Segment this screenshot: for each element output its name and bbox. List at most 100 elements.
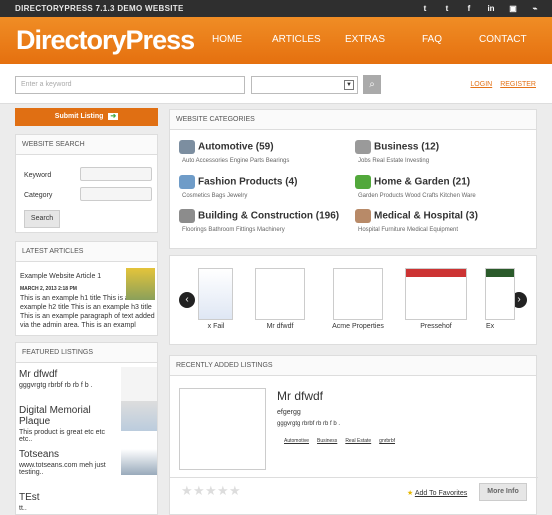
auth-links: LOGIN REGISTER [470,81,536,88]
listing-image[interactable] [179,388,266,470]
tools-icon [179,209,195,223]
categories-panel: WEBSITE CATEGORIES Automotive (59) Auto … [169,109,537,249]
window-icon[interactable]: ▣ [506,2,520,15]
featured-desc: www.totseans.com meh just testing.. [19,462,106,476]
featured-name: Digital Memorial Plaque [19,405,91,427]
facebook-icon[interactable]: f [462,2,476,15]
submit-listing-button[interactable]: Submit Listing ➜ [15,108,158,126]
article-thumbnail[interactable] [126,268,155,300]
panel-title: WEBSITE CATEGORIES [170,110,536,130]
featured-desc: This product is great etc etc etc.. [19,429,105,443]
carousel-caption[interactable]: Ex [486,323,516,330]
carousel-prev-button[interactable]: ‹ [179,292,195,308]
nav-extras[interactable]: EXTRAS [345,34,385,45]
login-link[interactable]: LOGIN [470,81,492,88]
search-button[interactable]: ⌕ [363,75,381,94]
carousel-thumbnail[interactable] [333,268,383,320]
category-automotive[interactable]: Automotive (59) [179,140,274,154]
nav-home[interactable]: HOME [212,34,242,45]
category-subs: Hospital Furniture Medical Equipment [358,227,459,233]
rating-star-icon[interactable]: ★ [217,483,229,499]
listing-desc: efgergg [277,409,301,416]
featured-item[interactable]: Mr dfwdf gggvrgtg rbrbf rb rb f b . [19,369,119,389]
carousel-caption[interactable]: Acme Properties [323,323,393,330]
divider [170,477,538,478]
add-favorites-link[interactable]: ★ Add To Favorites [407,489,467,497]
category-field[interactable] [80,187,152,201]
keyword-input[interactable]: Enter a keyword [15,76,245,94]
tag-link[interactable]: Automotive [284,438,309,444]
category-building[interactable]: Building & Construction (196) [179,209,339,223]
category-name: Automotive (59) [198,141,274,153]
featured-thumbnail[interactable] [121,401,157,431]
listing-line: gggvrgtg rbrbf rb rb f b . [277,421,341,427]
category-subs: Floorings Bathroom Fittings Machinery [182,227,285,233]
more-info-button[interactable]: More Info [479,483,527,501]
category-home-garden[interactable]: Home & Garden (21) [355,175,470,189]
featured-thumbnail[interactable] [121,449,157,475]
recent-listings-panel: RECENTLY ADDED LISTINGS Mr dfwdf efgergg… [169,355,538,515]
carousel-thumbnail[interactable] [255,268,305,320]
listing-title[interactable]: Mr dfwdf [277,389,323,403]
panel-title: FEATURED LISTINGS [16,343,157,363]
carousel-caption[interactable]: Pressehof [401,323,471,330]
nav-articles[interactable]: ARTICLES [272,34,321,45]
panel-title: RECENTLY ADDED LISTINGS [170,356,536,376]
category-fashion[interactable]: Fashion Products (4) [179,175,297,189]
featured-name: Totseans [19,449,60,460]
category-subs: Jobs Real Estate Investing [358,158,430,164]
nav-contact[interactable]: CONTACT [479,34,527,45]
rating-star-icon[interactable]: ★ [205,483,217,499]
category-subs: Auto Accessories Engine Parts Bearings [182,158,290,164]
carousel-thumbnail[interactable] [485,268,515,320]
category-business[interactable]: Business (12) [355,140,439,154]
featured-item[interactable]: TEst tt.. [19,492,119,512]
logo[interactable]: DirectoryPress [16,25,195,56]
category-subs: Cosmetics Bags Jewelry [182,193,248,199]
category-medical[interactable]: Medical & Hospital (3) [355,209,478,223]
article-title[interactable]: Example Website Article 1 [20,273,124,280]
rating-star-icon[interactable]: ★ [229,483,241,499]
linkedin-icon[interactable]: in [484,2,498,15]
featured-name: TEst [19,492,40,503]
twitter-icon[interactable]: t [418,2,432,15]
site-header: DirectoryPress HOME ARTICLES EXTRAS FAQ … [0,17,552,64]
website-search-panel: WEBSITE SEARCH Keyword Category Search [15,134,158,233]
category-select[interactable]: ▼ [251,76,358,94]
rss-icon[interactable]: ⌁ [528,2,542,15]
carousel-caption[interactable]: Mr dfwdf [245,323,315,330]
featured-item[interactable]: Digital Memorial Plaque This product is g… [19,405,119,443]
carousel-thumbnail[interactable] [405,268,467,320]
listing-carousel: ‹ › x Fail Mr dfwdf Acme Properties Pres… [169,255,537,345]
site-title: DIRECTORYPRESS 7.1.3 DEMO WEBSITE [15,4,184,13]
keyword-field[interactable] [80,167,152,181]
hat-icon [179,175,195,189]
carousel-thumbnail[interactable] [198,268,233,320]
panel-title: WEBSITE SEARCH [16,135,157,155]
category-name: Fashion Products (4) [198,176,298,188]
rating-star-icon[interactable]: ★ [181,483,193,499]
carousel-caption[interactable]: x Fail [181,323,251,330]
category-name: Medical & Hospital (3) [374,210,478,222]
featured-item[interactable]: Totseans www.totseans.com meh just testin… [19,449,119,476]
tag-link[interactable]: Business [317,438,337,444]
featured-thumbnail[interactable] [121,367,157,401]
star-icon: ★ [407,490,414,497]
featured-listings-panel: FEATURED LISTINGS Mr dfwdf gggvrgtg rbrbf… [15,342,158,515]
nav-faq[interactable]: FAQ [422,34,442,45]
search-icon: ⌕ [369,79,375,90]
category-name: Building & Construction (196) [198,210,340,222]
rating-star-icon[interactable]: ★ [193,483,205,499]
brain-icon [355,209,371,223]
twitter-icon[interactable]: t [440,2,454,15]
panel-title: LATEST ARTICLES [16,242,157,262]
social-links: t t f in ▣ ⌁ [418,2,542,15]
leaf-icon [355,175,371,189]
tag-link[interactable]: Real Estate [345,438,371,444]
car-icon [179,140,195,154]
register-link[interactable]: REGISTER [500,81,536,88]
category-subs: Garden Products Wood Crafts Kitchen Ware [358,193,476,199]
featured-desc: gggvrgtg rbrbf rb rb f b . [19,382,93,389]
search-submit-button[interactable]: Search [24,210,60,228]
tag-link[interactable]: gnrbrbf [379,438,395,444]
